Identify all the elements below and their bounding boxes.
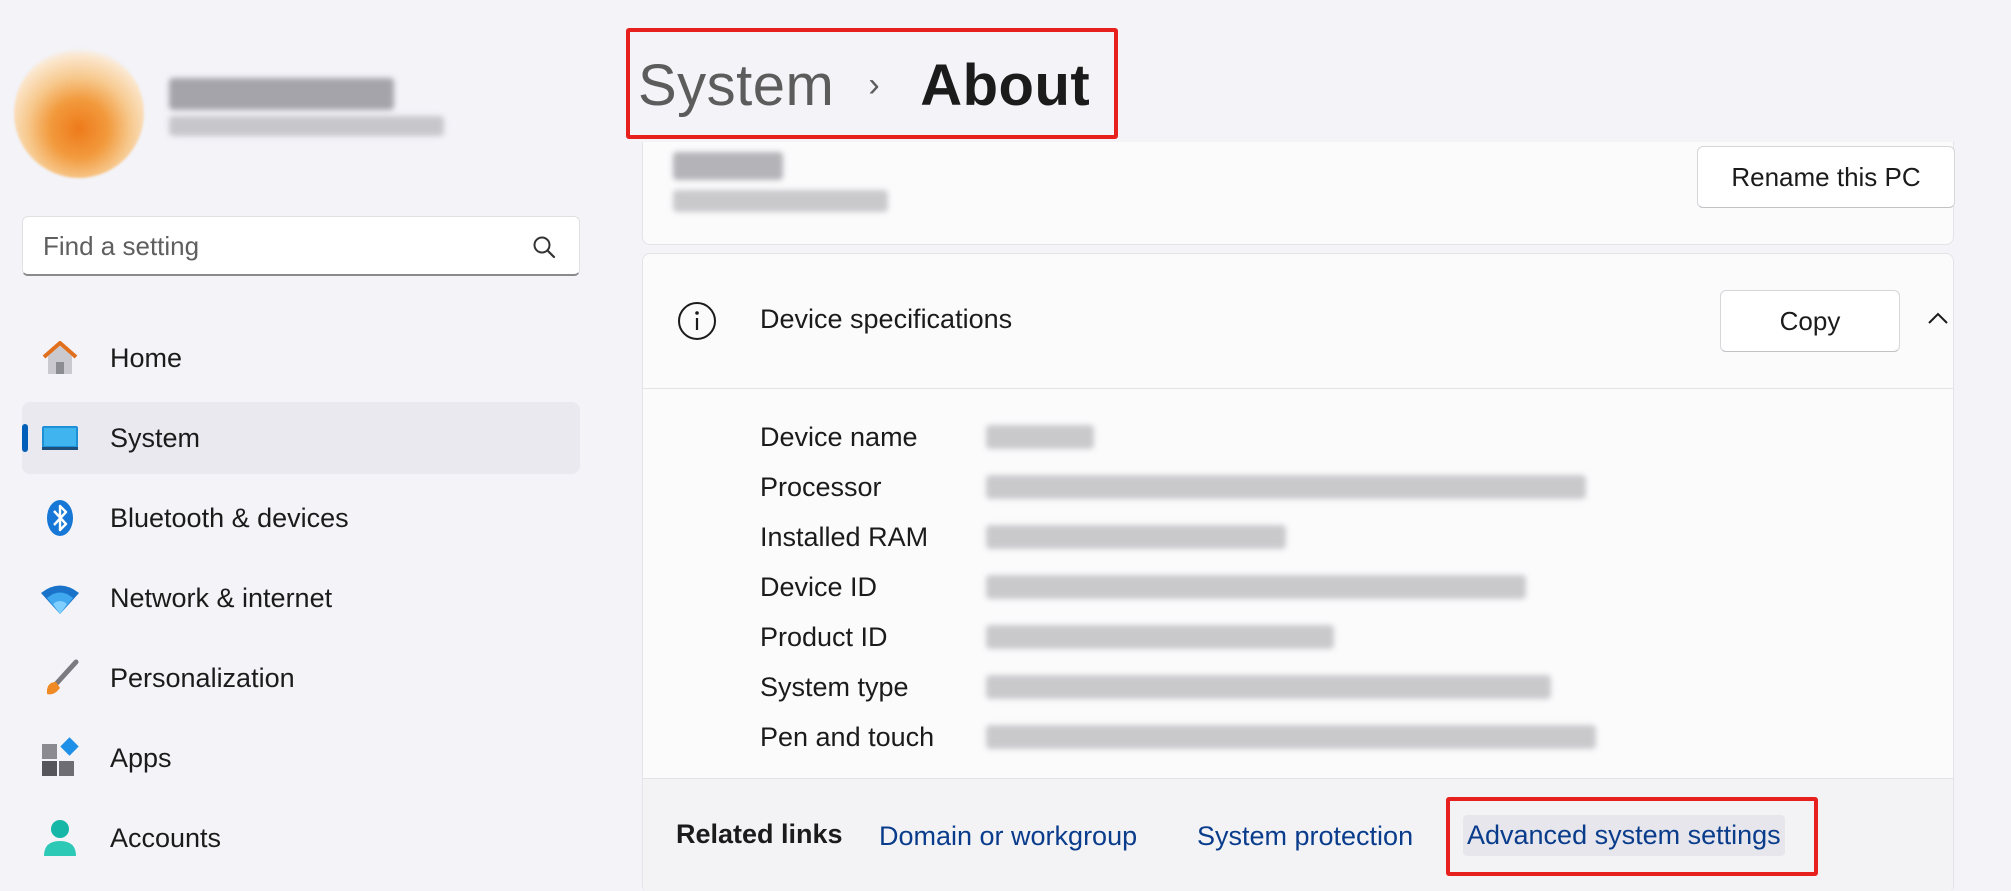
search-box[interactable] (22, 216, 580, 276)
spec-list: Device name Processor Installed RAM Devi… (760, 412, 1596, 762)
sidebar-item-label: Apps (110, 742, 172, 773)
system-icon (38, 416, 82, 460)
spec-row: Product ID (760, 612, 1596, 662)
sidebar-item-label: Home (110, 342, 183, 373)
spec-value-redacted (986, 475, 1586, 499)
sidebar-item-label: Bluetooth & devices (110, 502, 349, 533)
spec-label: Device name (760, 421, 918, 452)
spec-value-redacted (986, 525, 1286, 549)
spec-row: Device name (760, 412, 1596, 462)
spec-label: Device ID (760, 571, 878, 602)
domain-workgroup-link[interactable]: Domain or workgroup (879, 821, 1137, 852)
related-links-label: Related links (676, 819, 843, 849)
spec-value-redacted (986, 625, 1334, 649)
search-icon[interactable] (531, 234, 557, 260)
accounts-icon (38, 816, 82, 860)
sidebar-item-label: Personalization (110, 662, 295, 693)
avatar[interactable] (14, 48, 144, 178)
search-input[interactable] (43, 227, 513, 265)
pc-name-redacted (673, 152, 783, 180)
home-icon (38, 336, 82, 380)
spec-row: Device ID (760, 562, 1596, 612)
spec-label: Pen and touch (760, 721, 935, 752)
section-title: Device specifications (760, 304, 1013, 334)
sidebar-item-system[interactable]: System (22, 402, 580, 474)
spec-value-redacted (986, 675, 1551, 699)
sidebar-item-apps[interactable]: Apps (22, 722, 580, 794)
spec-value-redacted (986, 725, 1596, 749)
brush-icon (38, 656, 82, 700)
spec-value-redacted (986, 425, 1094, 449)
bluetooth-icon (38, 496, 82, 540)
spec-row: System type (760, 662, 1596, 712)
sidebar-item-accounts[interactable]: Accounts (22, 802, 580, 874)
pc-name-card: Rename this PC (642, 142, 1955, 245)
user-email-redacted (169, 116, 444, 136)
device-specifications-header[interactable]: Device specifications Copy (643, 254, 1953, 389)
device-specifications-card: Device specifications Copy Device name P… (642, 253, 1954, 891)
spec-label: System type (760, 671, 909, 702)
pc-model-redacted (673, 190, 888, 212)
sidebar-item-label: Network & internet (110, 582, 333, 613)
settings-window: Home System Bluetooth & devices (0, 0, 2011, 891)
spec-row: Installed RAM (760, 512, 1596, 562)
spec-label: Processor (760, 471, 882, 502)
spec-value-redacted (986, 575, 1526, 599)
spec-label: Product ID (760, 621, 888, 652)
apps-icon (38, 736, 82, 780)
rename-pc-button[interactable]: Rename this PC (1697, 146, 1955, 208)
spec-row: Processor (760, 462, 1596, 512)
sidebar-nav: Home System Bluetooth & devices Network … (22, 322, 580, 882)
sidebar-item-home[interactable]: Home (22, 322, 580, 394)
sidebar-item-personalization[interactable]: Personalization (22, 642, 580, 714)
user-name-redacted (169, 78, 394, 110)
chevron-up-icon[interactable] (1923, 304, 1953, 334)
copy-button[interactable]: Copy (1720, 290, 1900, 352)
sidebar-item-label: Accounts (110, 822, 222, 853)
sidebar-item-bluetooth[interactable]: Bluetooth & devices (22, 482, 580, 554)
spec-row: Pen and touch (760, 712, 1596, 762)
sidebar-item-label: System (110, 422, 201, 453)
info-icon (678, 302, 716, 340)
highlight-box-advanced (1446, 797, 1818, 876)
spec-label: Installed RAM (760, 521, 929, 552)
highlight-box-title (626, 28, 1118, 139)
user-profile[interactable] (14, 38, 614, 178)
sidebar-item-network[interactable]: Network & internet (22, 562, 580, 634)
system-protection-link[interactable]: System protection (1197, 821, 1413, 852)
wifi-icon (38, 576, 82, 620)
